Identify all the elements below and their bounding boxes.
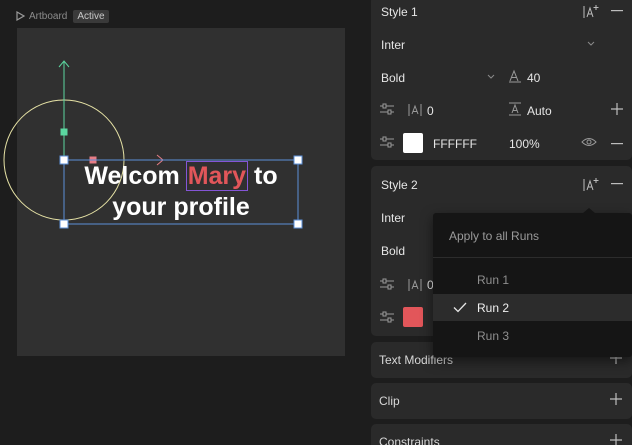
clip-label: Clip [379,394,400,408]
chevron-down-icon[interactable] [487,74,495,80]
letter-spacing-icon [408,104,422,116]
line-height-value[interactable]: Auto [527,104,552,118]
constraints-label: Constraints [379,435,440,445]
add-text-style-icon[interactable] [583,177,599,193]
menu-item-run-3[interactable]: Run 3 [433,322,632,349]
constraints-section[interactable]: Constraints [371,424,632,445]
font-size-icon [509,69,521,83]
add-text-style-icon[interactable] [583,4,599,20]
menu-divider [433,257,632,258]
style-2-font-weight[interactable]: Bold [381,244,405,258]
menu-item-run-2[interactable]: Run 2 [433,294,632,321]
style-1-section: Style 1 Inter Bold 40 0 Auto FFFFFF 100% [371,0,632,160]
text-run-1: Welcom [84,162,187,190]
style-2-color-swatch[interactable] [403,307,423,327]
menu-item-label: Run 2 [477,301,510,315]
text-run-2: Mary [185,161,249,191]
sliders-icon[interactable] [379,102,395,116]
sliders-icon[interactable] [379,310,395,324]
text-object[interactable]: Welcom Mary to your profile [64,160,298,224]
minus-icon[interactable] [611,183,623,185]
letter-spacing-icon [408,279,422,291]
text-line-2: your profile [112,193,250,221]
plus-icon[interactable] [610,393,622,405]
sliders-icon[interactable] [379,277,395,291]
apply-to-all-runs[interactable]: Apply to all Runs [449,229,539,243]
minus-icon[interactable] [611,143,623,145]
fill-color-hex[interactable]: FFFFFF [433,137,477,151]
plus-icon[interactable] [611,103,623,115]
style-2-title: Style 2 [381,178,418,192]
style-1-title: Style 1 [381,5,418,19]
line-height-icon [509,102,521,116]
style-2-font-family[interactable]: Inter [381,211,405,225]
eye-icon[interactable] [581,137,597,147]
letter-spacing-value[interactable]: 0 [427,104,434,118]
font-weight-value[interactable]: Bold [381,71,405,85]
menu-item-label: Run 3 [477,329,510,343]
menu-item-run-1[interactable]: Run 1 [433,266,632,293]
plus-icon[interactable] [610,434,622,445]
text-run-3: to [247,162,278,190]
menu-item-label: Run 1 [477,273,510,287]
runs-dropdown-menu: Apply to all Runs Run 1 Run 2 Run 3 [433,208,632,357]
clip-section[interactable]: Clip [371,383,632,419]
fill-opacity[interactable]: 100% [509,137,540,151]
fill-color-swatch[interactable] [403,133,423,153]
font-family-value[interactable]: Inter [381,38,405,52]
font-size-value[interactable]: 40 [527,71,540,85]
minus-icon[interactable] [611,10,623,12]
menu-caret [583,208,595,213]
sliders-icon[interactable] [379,135,395,149]
canvas[interactable]: Artboard Active Welcom Mary to your prof… [0,0,368,445]
chevron-down-icon[interactable] [587,41,595,47]
checkmark-icon [453,302,467,313]
y-axis-handle [60,128,68,136]
